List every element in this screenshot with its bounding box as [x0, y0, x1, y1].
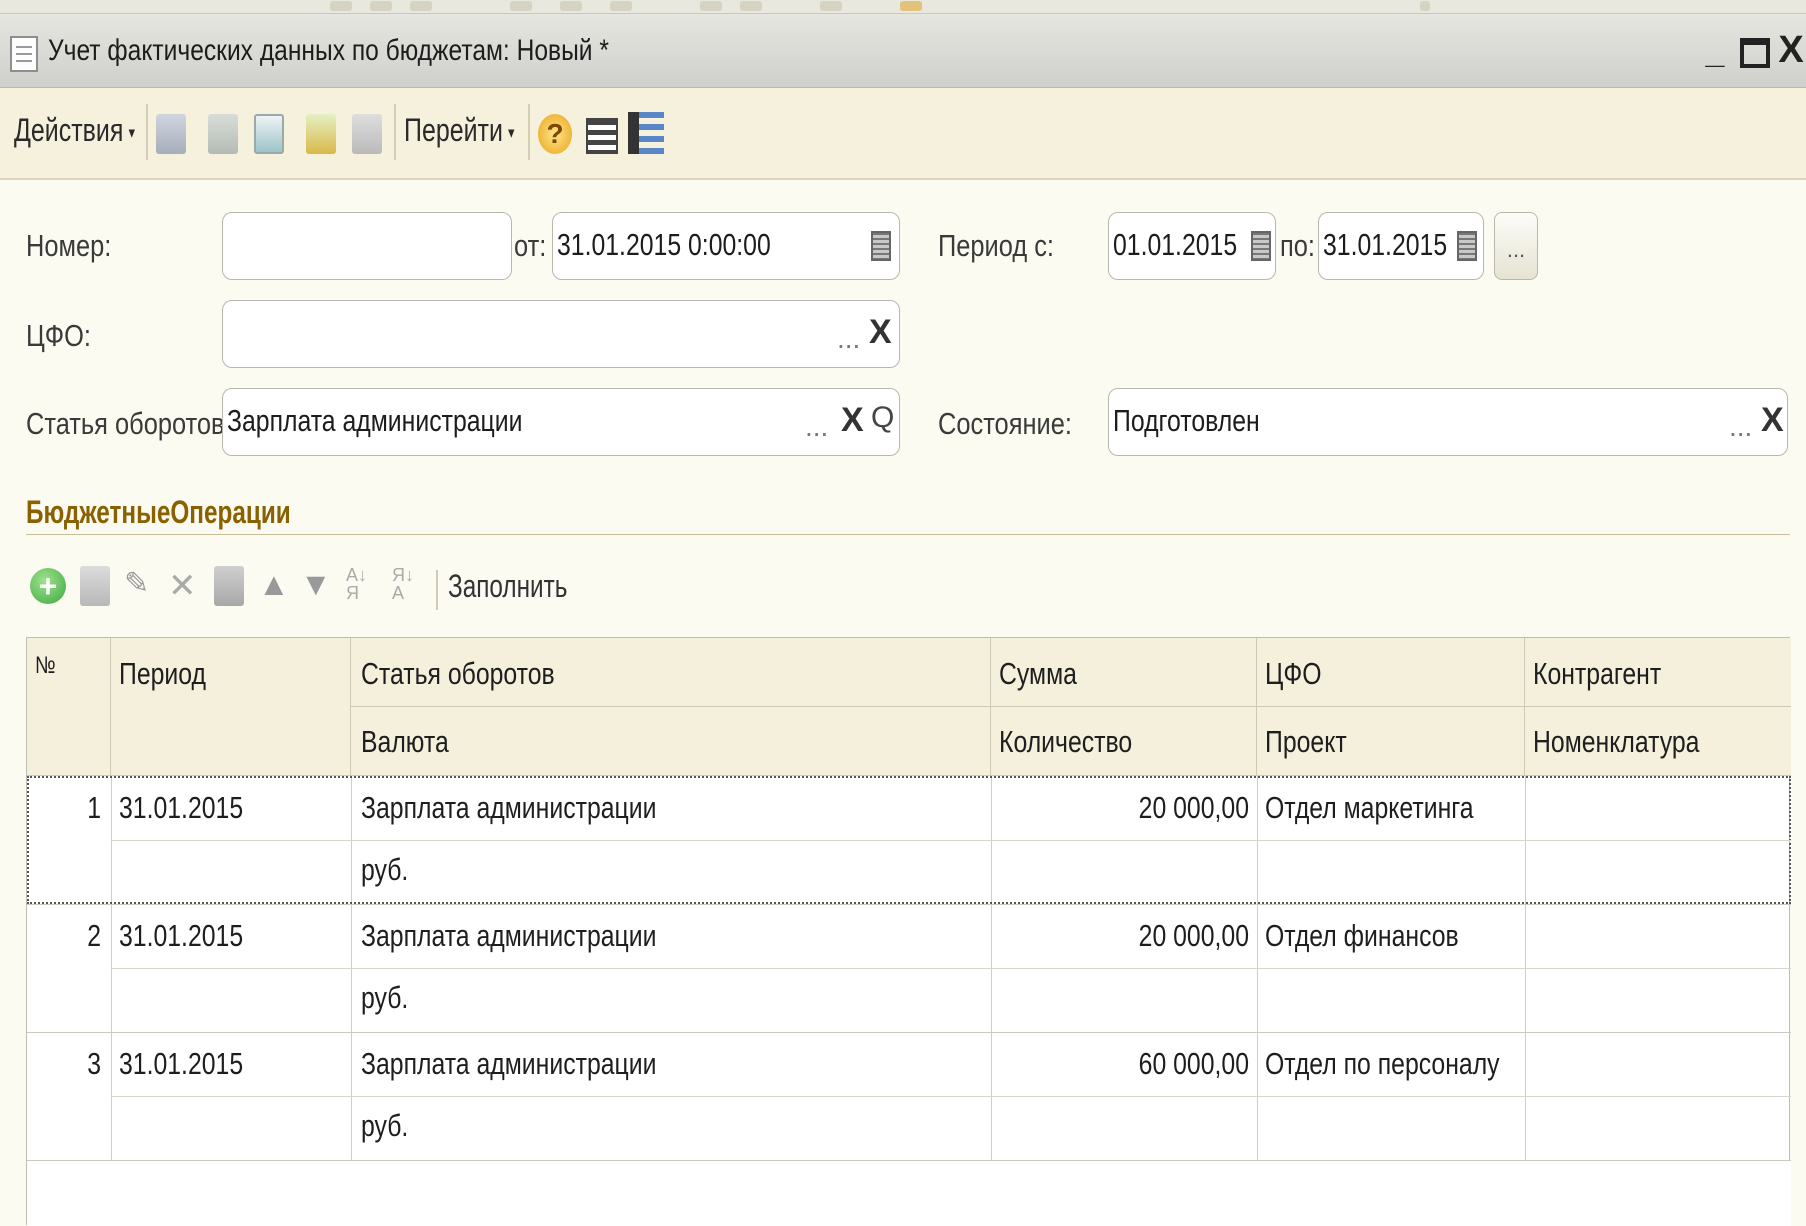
- header-article-label: Статья оборотов: [361, 656, 555, 691]
- row-cfo: Отдел маркетинга: [1265, 790, 1474, 825]
- row-num: 1: [87, 790, 101, 825]
- row-sum: 20 000,00: [1138, 918, 1249, 953]
- empty-table-area[interactable]: [27, 1161, 1791, 1226]
- chevron-down-icon: ▼: [502, 124, 517, 141]
- row-num: 3: [87, 1046, 101, 1081]
- maximize-button[interactable]: [1740, 38, 1770, 68]
- state-label: Состояние:: [938, 406, 1072, 441]
- cfo-label: ЦФО:: [26, 318, 91, 353]
- calendar-icon[interactable]: [871, 231, 891, 261]
- minimize-button[interactable]: _: [1700, 32, 1730, 72]
- row-subdivider: [111, 1096, 1791, 1097]
- row-cfo: Отдел по персоналу: [1265, 1046, 1500, 1081]
- header-project-label: Проект: [1265, 724, 1347, 759]
- row-sum: 20 000,00: [1138, 790, 1249, 825]
- header-currency-label: Валюта: [361, 724, 449, 759]
- period-select-button[interactable]: ...: [1494, 212, 1538, 280]
- article-label: Статья оборотов:: [26, 406, 232, 441]
- cfo-clear-button[interactable]: X: [869, 313, 892, 352]
- copy-document-icon[interactable]: [254, 114, 284, 154]
- state-clear-button[interactable]: X: [1761, 401, 1784, 440]
- header-sum-label: Сумма: [999, 656, 1077, 691]
- toolbar-separator: [394, 104, 396, 160]
- period-end-field[interactable]: 31.01.2015: [1318, 212, 1484, 280]
- document-date-value: 31.01.2015 0:00:00: [557, 227, 771, 262]
- structure-icon[interactable]: [586, 118, 618, 154]
- add-row-icon[interactable]: +: [30, 568, 66, 604]
- window-title: Учет фактических данных по бюджетам: Нов…: [48, 34, 609, 67]
- article-clear-button[interactable]: X: [841, 401, 864, 440]
- period-from-label: Период с:: [938, 228, 1054, 263]
- toolbar-separator: [436, 570, 438, 610]
- row-cfo: Отдел финансов: [1265, 918, 1459, 953]
- fill-button[interactable]: Заполнить: [448, 568, 567, 605]
- state-value: Подготовлен: [1113, 403, 1260, 438]
- header-cfo-label: ЦФО: [1265, 656, 1322, 691]
- unpost-document-icon[interactable]: [352, 114, 382, 154]
- row-currency: руб.: [361, 980, 409, 1015]
- number-field[interactable]: [222, 212, 512, 280]
- settings-list-icon[interactable]: [628, 112, 664, 154]
- state-field[interactable]: Подготовлен ... X: [1108, 388, 1788, 456]
- sort-descending-icon[interactable]: Я↓ А: [392, 566, 422, 606]
- row-article: Зарплата администрации: [361, 790, 657, 825]
- parent-toolbar-strip: [0, 0, 1806, 14]
- post-and-close-icon[interactable]: [156, 114, 186, 154]
- actions-menu[interactable]: Действия ▼: [14, 112, 137, 149]
- row-currency: руб.: [361, 1108, 409, 1143]
- goto-menu[interactable]: Перейти ▼: [404, 112, 517, 149]
- delete-row-icon[interactable]: ✕: [168, 566, 197, 606]
- toolbar-separator: [146, 104, 148, 160]
- period-to-label: по:: [1280, 228, 1315, 263]
- calendar-icon[interactable]: [1457, 231, 1477, 261]
- goto-menu-label: Перейти: [404, 112, 503, 148]
- row-num: 2: [87, 918, 101, 953]
- header-num-label: №: [35, 652, 56, 679]
- edit-row-icon[interactable]: ✎: [124, 566, 150, 606]
- row-period: 31.01.2015: [119, 1046, 244, 1081]
- operations-table[interactable]: № Период Статья оборотов Валюта Сумма Ко…: [26, 637, 1791, 1226]
- row-subdivider: [111, 840, 1791, 841]
- header-counterparty-label: Контрагент: [1533, 656, 1662, 691]
- period-start-value: 01.01.2015: [1113, 227, 1238, 262]
- cfo-field[interactable]: ... X: [222, 300, 900, 368]
- period-start-field[interactable]: 01.01.2015: [1108, 212, 1276, 280]
- header-quantity-label: Количество: [999, 724, 1133, 759]
- row-period: 31.01.2015: [119, 790, 244, 825]
- chevron-down-icon: ▼: [123, 124, 138, 141]
- state-select-button[interactable]: ...: [1729, 411, 1752, 443]
- period-end-value: 31.01.2015: [1323, 227, 1448, 262]
- cfo-select-button[interactable]: ...: [837, 323, 860, 355]
- article-value: Зарплата администрации: [227, 403, 523, 438]
- row-currency: руб.: [361, 852, 409, 887]
- row-sum: 60 000,00: [1138, 1046, 1249, 1081]
- end-edit-icon[interactable]: [214, 566, 244, 606]
- search-icon[interactable]: Q: [871, 401, 894, 435]
- row-article: Зарплата администрации: [361, 918, 657, 953]
- row-article: Зарплата администрации: [361, 1046, 657, 1081]
- number-label: Номер:: [26, 228, 112, 263]
- move-down-icon[interactable]: ▼: [300, 566, 332, 606]
- article-field[interactable]: Зарплата администрации ... X Q: [222, 388, 900, 456]
- calendar-icon[interactable]: [1251, 231, 1271, 261]
- close-button[interactable]: X: [1776, 30, 1806, 70]
- header-period-label: Период: [119, 656, 206, 691]
- document-date-field[interactable]: 31.01.2015 0:00:00: [552, 212, 900, 280]
- article-select-button[interactable]: ...: [805, 411, 828, 443]
- move-up-icon[interactable]: ▲: [258, 566, 290, 606]
- save-icon[interactable]: [208, 114, 238, 154]
- help-icon[interactable]: ?: [538, 114, 572, 154]
- post-document-icon[interactable]: [306, 114, 336, 154]
- sort-ascending-icon[interactable]: А↓ Я: [346, 566, 376, 606]
- header-nomenclature-label: Номенклатура: [1533, 724, 1700, 759]
- actions-menu-label: Действия: [14, 112, 124, 148]
- row-period: 31.01.2015: [119, 918, 244, 953]
- document-icon: [10, 36, 38, 72]
- toolbar-separator: [528, 104, 530, 160]
- section-title: БюджетныеОперации: [26, 494, 291, 530]
- section-divider: [26, 534, 1790, 535]
- date-from-label: от:: [514, 228, 547, 263]
- copy-row-icon[interactable]: [80, 566, 110, 606]
- row-subdivider: [111, 968, 1791, 969]
